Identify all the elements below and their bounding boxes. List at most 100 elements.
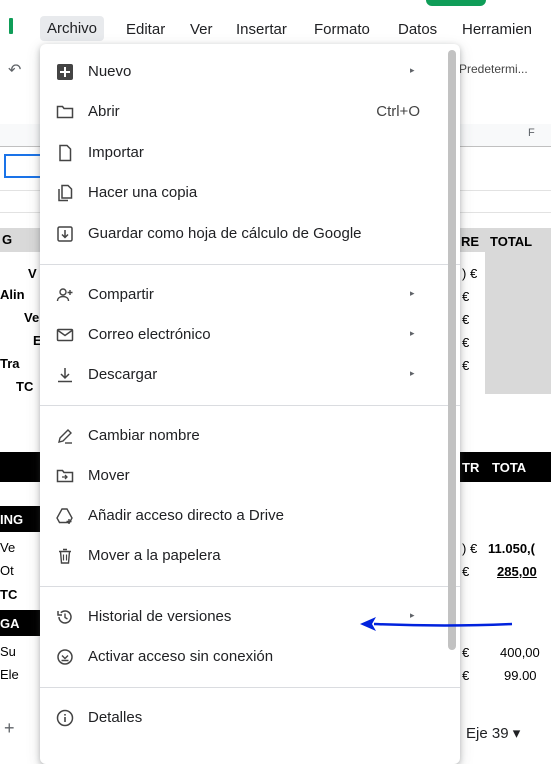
history-icon bbox=[56, 608, 74, 626]
trash-icon bbox=[56, 547, 74, 565]
download-icon bbox=[56, 366, 74, 384]
euro-cell: € bbox=[462, 312, 470, 327]
menu-editar[interactable]: Editar bbox=[126, 21, 165, 38]
value-cell: 285,00 bbox=[497, 564, 537, 579]
menu-item-guardar-google[interactable]: Guardar como hoja de cálculo de Google bbox=[40, 216, 460, 252]
gastos-label: GA bbox=[0, 616, 20, 631]
value-cell: € bbox=[462, 645, 470, 660]
submenu-arrow-icon: ▸ bbox=[410, 288, 415, 298]
mail-icon bbox=[56, 326, 74, 344]
menu-item-label: Añadir acceso directo a Drive bbox=[88, 507, 284, 524]
undo-icon[interactable]: ↶ bbox=[8, 60, 21, 80]
ingresos-label: ING bbox=[0, 512, 24, 527]
info-icon bbox=[56, 709, 74, 727]
header-cell-re: RE bbox=[461, 234, 480, 249]
row-label: TC bbox=[16, 379, 34, 394]
ingresos-header: ING bbox=[0, 506, 40, 532]
value-cell: 400,00 bbox=[500, 645, 540, 660]
row-label: Ele bbox=[0, 667, 19, 682]
menu-divider bbox=[40, 687, 460, 688]
plus-box-icon bbox=[56, 63, 74, 81]
menu-divider bbox=[40, 264, 460, 265]
menubar: Archivo Editar Ver Insertar Formato Dato… bbox=[0, 0, 551, 42]
value-cell: 99.00 bbox=[504, 668, 537, 683]
add-person-icon bbox=[56, 286, 74, 304]
row-label: Ve bbox=[0, 540, 16, 555]
menu-item-label: Mover a la papelera bbox=[88, 547, 221, 564]
menu-item-correo[interactable]: Correo electrónico ▸ bbox=[40, 317, 460, 353]
menu-item-label: Cambiar nombre bbox=[88, 427, 200, 444]
menu-scrollbar[interactable] bbox=[448, 50, 456, 650]
row-label: Ve bbox=[24, 310, 40, 325]
menu-item-label: Correo electrónico bbox=[88, 326, 211, 343]
menu-divider bbox=[40, 405, 460, 406]
menu-item-importar[interactable]: Importar bbox=[40, 135, 460, 171]
menu-item-label: Mover bbox=[88, 467, 130, 484]
value-cell: € bbox=[462, 564, 470, 579]
menu-item-label: Hacer una copia bbox=[88, 184, 198, 201]
menu-archivo[interactable]: Archivo bbox=[40, 16, 105, 41]
menu-item-label: Abrir bbox=[88, 103, 120, 120]
euro-cell: € bbox=[462, 358, 470, 373]
annotation-arrow-icon bbox=[360, 617, 513, 631]
row-label: TC bbox=[0, 587, 18, 602]
menu-item-compartir[interactable]: Compartir ▸ bbox=[40, 277, 460, 313]
menu-item-mover[interactable]: Mover bbox=[40, 458, 460, 494]
add-sheet-button[interactable]: + bbox=[4, 718, 15, 739]
menu-item-label: Nuevo bbox=[88, 63, 132, 80]
menu-item-acceso-directo[interactable]: Añadir acceso directo a Drive bbox=[40, 498, 460, 534]
submenu-arrow-icon: ▸ bbox=[410, 328, 415, 338]
pencil-icon bbox=[56, 427, 74, 445]
row-label: V bbox=[28, 266, 37, 281]
row-label: Ot bbox=[0, 563, 14, 578]
submenu-arrow-icon: ▸ bbox=[410, 368, 415, 378]
row-label: Alin bbox=[0, 287, 25, 302]
move-folder-icon bbox=[56, 467, 74, 485]
sheets-logo-icon[interactable] bbox=[9, 18, 13, 34]
header-cell-g: G bbox=[2, 232, 13, 247]
menu-item-hacer-copia[interactable]: Hacer una copia bbox=[40, 175, 460, 211]
menu-datos[interactable]: Datos bbox=[398, 21, 437, 38]
row-label: Tra bbox=[0, 356, 20, 371]
value-cell: ) € bbox=[462, 541, 478, 556]
menu-item-label: Compartir bbox=[88, 286, 154, 303]
menu-item-detalles[interactable]: Detalles bbox=[40, 700, 460, 736]
row-label: Su bbox=[0, 644, 16, 659]
shortcut-label: Ctrl+O bbox=[376, 103, 420, 120]
sheet-tab[interactable]: Eje 39 ▾ bbox=[466, 724, 520, 742]
column-f-header[interactable]: F bbox=[528, 127, 535, 139]
header-cell-tr: TR bbox=[462, 460, 480, 475]
folder-icon bbox=[56, 103, 74, 121]
file-menu-dropdown: Nuevo ▸ Abrir Ctrl+O Importar Hacer una … bbox=[40, 44, 460, 764]
font-style-select[interactable]: Predetermi... bbox=[459, 62, 528, 76]
menu-item-label: Historial de versiones bbox=[88, 608, 232, 625]
share-button-edge[interactable] bbox=[426, 0, 486, 6]
menu-item-sin-conexion[interactable]: Activar acceso sin conexión bbox=[40, 639, 460, 675]
menu-ver[interactable]: Ver bbox=[190, 21, 213, 38]
menu-item-label: Activar acceso sin conexión bbox=[88, 648, 274, 665]
header-cell-tota: TOTA bbox=[492, 460, 527, 475]
value-cell: € bbox=[462, 668, 470, 683]
menu-item-abrir[interactable]: Abrir Ctrl+O bbox=[40, 94, 460, 130]
menu-formato[interactable]: Formato bbox=[314, 21, 370, 38]
menu-item-papelera[interactable]: Mover a la papelera bbox=[40, 538, 460, 574]
selected-cell[interactable] bbox=[4, 154, 42, 178]
menu-item-label: Detalles bbox=[88, 709, 143, 726]
grey-cells bbox=[485, 252, 551, 394]
save-arrow-icon bbox=[56, 225, 74, 243]
drive-shortcut-icon bbox=[56, 507, 74, 525]
euro-cell: € bbox=[462, 335, 470, 350]
menu-item-descargar[interactable]: Descargar ▸ bbox=[40, 357, 460, 393]
menu-herramientas[interactable]: Herramien bbox=[462, 21, 532, 38]
submenu-arrow-icon: ▸ bbox=[410, 65, 415, 75]
menu-item-nuevo[interactable]: Nuevo ▸ bbox=[40, 54, 460, 90]
menu-divider bbox=[40, 586, 460, 587]
euro-cell: € bbox=[462, 289, 470, 304]
value-cell: 11.050,( bbox=[488, 541, 535, 556]
offline-icon bbox=[56, 648, 74, 666]
menu-item-cambiar-nombre[interactable]: Cambiar nombre bbox=[40, 418, 460, 454]
header-cell-total: TOTAL bbox=[490, 234, 533, 249]
copy-icon bbox=[56, 184, 74, 202]
menu-insertar[interactable]: Insertar bbox=[236, 21, 287, 38]
menu-item-label: Descargar bbox=[88, 366, 158, 383]
